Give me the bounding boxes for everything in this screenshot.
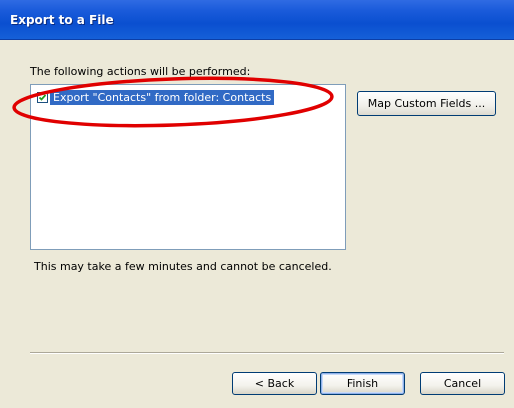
back-label: < Back — [254, 377, 295, 390]
window-title: Export to a File — [10, 13, 114, 27]
list-item[interactable]: Export "Contacts" from folder: Contacts — [37, 90, 275, 105]
warning-note: This may take a few minutes and cannot b… — [34, 260, 332, 273]
cancel-label: Cancel — [443, 377, 482, 390]
cancel-button[interactable]: Cancel — [420, 372, 505, 395]
back-button[interactable]: < Back — [232, 372, 317, 395]
export-checkbox[interactable] — [37, 92, 48, 103]
actions-heading: The following actions will be performed: — [30, 65, 251, 78]
export-dialog: Export to a File The following actions w… — [0, 0, 514, 408]
finish-button[interactable]: Finish — [320, 372, 405, 395]
map-custom-fields-label: Map Custom Fields ... — [367, 97, 486, 110]
checkmark-icon — [38, 94, 47, 101]
list-item-label: Export "Contacts" from folder: Contacts — [50, 90, 275, 105]
separator — [30, 352, 504, 354]
actions-listbox[interactable]: Export "Contacts" from folder: Contacts — [30, 84, 346, 250]
map-custom-fields-button[interactable]: Map Custom Fields ... — [357, 91, 496, 116]
title-bar[interactable]: Export to a File — [0, 0, 514, 40]
finish-label: Finish — [346, 377, 379, 390]
